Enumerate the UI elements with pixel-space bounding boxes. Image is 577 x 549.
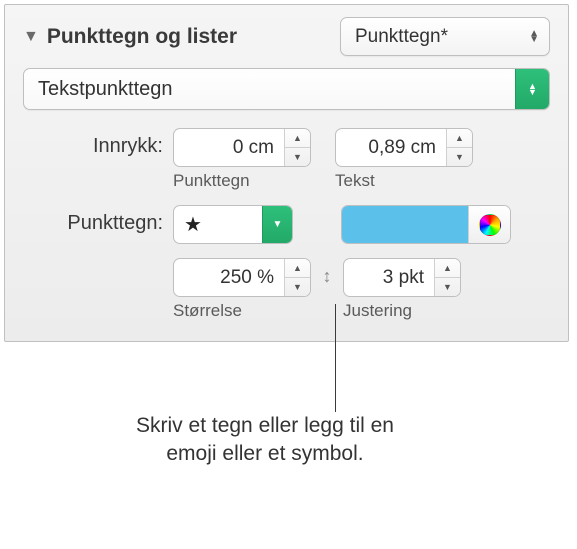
bullet-color-control[interactable]: [341, 205, 511, 244]
alignment-stepper[interactable]: ▲ ▼: [434, 259, 460, 296]
stepper-up-icon[interactable]: ▲: [435, 259, 460, 278]
bullet-symbol-display: ★: [174, 206, 262, 243]
stepper-down-icon[interactable]: ▼: [285, 148, 310, 166]
dropdown-endcap: [515, 69, 549, 109]
text-indent-stepper[interactable]: ▲ ▼: [446, 129, 472, 166]
stepper-down-icon[interactable]: ▼: [435, 278, 460, 296]
size-stepper[interactable]: ▲ ▼: [284, 259, 310, 296]
section-title: Punkttegn og lister: [47, 25, 332, 49]
chevron-down-icon: ▼: [273, 219, 283, 230]
bullet-type-row: Tekstpunkttegn: [23, 68, 550, 110]
vertical-align-arrow-icon: ↕: [317, 258, 337, 287]
color-wheel-icon: [479, 214, 501, 236]
text-indent-sublabel: Tekst: [335, 171, 473, 191]
disclosure-triangle-icon[interactable]: ▼: [23, 28, 39, 46]
stepper-up-icon[interactable]: ▲: [285, 129, 310, 148]
alignment-sublabel: Justering: [343, 301, 461, 321]
text-indent-field[interactable]: ▲ ▼: [335, 128, 473, 167]
alignment-input[interactable]: [344, 259, 434, 296]
bullet-indent-sublabel: Punkttegn: [173, 171, 311, 191]
bullet-symbol-picker[interactable]: ★ ▼: [173, 205, 293, 244]
size-input[interactable]: [174, 259, 284, 296]
color-wheel-button[interactable]: [468, 206, 510, 243]
text-indent-input[interactable]: [336, 129, 446, 166]
bullet-indent-stepper[interactable]: ▲ ▼: [284, 129, 310, 166]
color-swatch[interactable]: [342, 206, 468, 243]
bullet-indent-input[interactable]: [174, 129, 284, 166]
chevrons-icon: [529, 31, 539, 43]
callout-leader-line: [335, 304, 336, 412]
list-style-preset-value: Punkttegn*: [355, 26, 448, 48]
bullet-symbol-label: Punkttegn:: [23, 205, 173, 235]
dropdown-endcap: ▼: [262, 206, 292, 243]
size-field[interactable]: ▲ ▼: [173, 258, 311, 297]
stepper-up-icon[interactable]: ▲: [285, 259, 310, 278]
panel-header: ▼ Punkttegn og lister Punkttegn*: [23, 17, 550, 56]
indent-row: Innrykk: ▲ ▼ Punkttegn ▲ ▼: [23, 128, 550, 191]
bullet-symbol-row: Punkttegn: ★ ▼: [23, 205, 550, 244]
stepper-down-icon[interactable]: ▼: [447, 148, 472, 166]
chevrons-icon: [528, 83, 537, 95]
list-style-preset-dropdown[interactable]: Punkttegn*: [340, 17, 550, 56]
callout-text: Skriv et tegn eller legg til en emoji el…: [130, 412, 400, 469]
size-align-row: ▲ ▼ Størrelse ↕ ▲ ▼ Justering: [173, 258, 550, 321]
bullet-type-value: Tekstpunkttegn: [24, 78, 515, 101]
bullet-indent-field[interactable]: ▲ ▼: [173, 128, 311, 167]
stepper-down-icon[interactable]: ▼: [285, 278, 310, 296]
stepper-up-icon[interactable]: ▲: [447, 129, 472, 148]
alignment-field[interactable]: ▲ ▼: [343, 258, 461, 297]
size-sublabel: Størrelse: [173, 301, 311, 321]
indent-label: Innrykk:: [23, 128, 173, 158]
bullet-type-dropdown[interactable]: Tekstpunkttegn: [23, 68, 550, 110]
bullets-lists-panel: ▼ Punkttegn og lister Punkttegn* Tekstpu…: [4, 4, 569, 342]
